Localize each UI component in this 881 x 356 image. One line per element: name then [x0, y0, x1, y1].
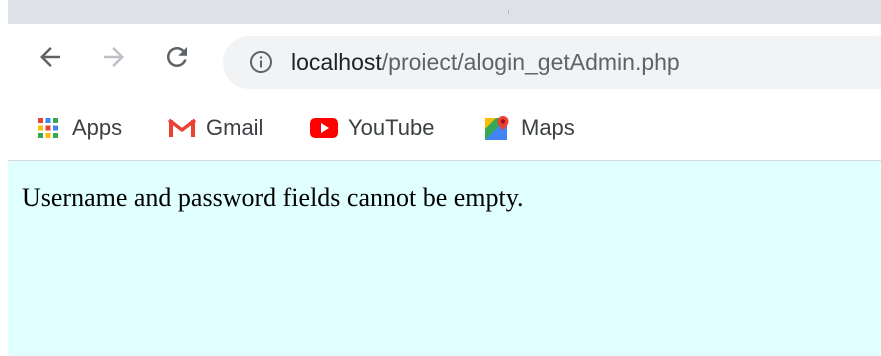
bookmark-label: YouTube: [348, 115, 435, 140]
bookmark-label: Maps: [521, 115, 575, 140]
reload-button[interactable]: [160, 40, 194, 74]
info-icon[interactable]: [249, 50, 273, 74]
bookmark-label: Apps: [72, 115, 123, 140]
bookmark-apps[interactable]: Apps: [34, 112, 122, 144]
tab-strip: [8, 0, 881, 24]
address-bar[interactable]: localhost/proiect/alogin_getAdmin.php: [223, 36, 881, 89]
tab-separator: [508, 10, 509, 14]
maps-icon: [483, 116, 511, 140]
browser-window: localhost/proiect/alogin_getAdmin.php Ap…: [0, 0, 881, 356]
youtube-icon: [310, 116, 338, 140]
error-message: Username and password fields cannot be e…: [22, 183, 524, 212]
apps-grid-icon: [34, 116, 62, 140]
bookmark-label: Gmail: [206, 115, 264, 140]
gmail-icon: [168, 116, 196, 140]
forward-button[interactable]: [97, 40, 131, 74]
browser-toolbar: localhost/proiect/alogin_getAdmin.php: [8, 24, 881, 102]
bookmark-youtube[interactable]: YouTube: [310, 112, 434, 144]
reload-icon: [167, 47, 187, 67]
arrow-right-icon: [104, 47, 124, 67]
url-path: /proiect/alogin_getAdmin.php: [381, 49, 680, 75]
bookmarks-bar: Apps Gmail YouTube Maps: [8, 102, 881, 161]
page-content: Username and password fields cannot be e…: [8, 161, 881, 356]
url-host: localhost: [291, 49, 382, 75]
window-edge: [0, 0, 8, 356]
back-button[interactable]: [33, 40, 67, 74]
bookmark-gmail[interactable]: Gmail: [168, 112, 263, 144]
arrow-left-icon: [40, 47, 60, 67]
url-text[interactable]: localhost/proiect/alogin_getAdmin.php: [291, 48, 680, 76]
bookmark-maps[interactable]: Maps: [483, 112, 575, 144]
